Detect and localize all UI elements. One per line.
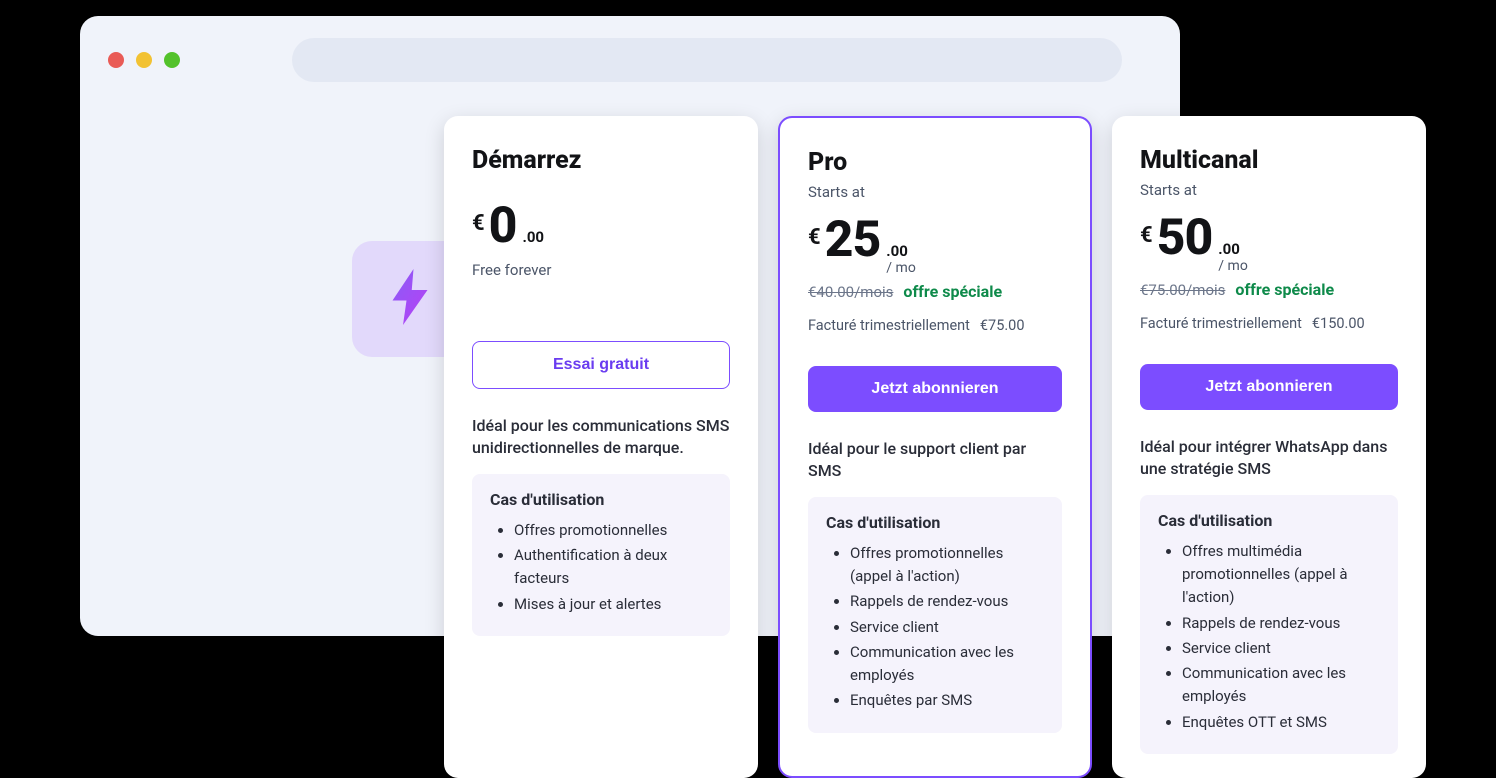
free-forever-note: Free forever: [472, 261, 730, 279]
price-amount: 50: [1157, 209, 1213, 267]
plan-name: Multicanal: [1140, 146, 1398, 175]
pricing-card: ProStarts at€25.00/ mo€40.00/moisoffre s…: [778, 116, 1092, 778]
currency-symbol: €: [808, 225, 821, 250]
old-price: €40.00/mois: [808, 283, 893, 301]
per-month-label: / mo: [1218, 258, 1248, 274]
usecase-list: Offres multimédia promotionnelles (appel…: [1158, 540, 1380, 734]
usecase-item: Rappels de rendez-vous: [1182, 612, 1380, 635]
plan-name: Pro: [808, 148, 1062, 177]
price: €0 .00: [472, 197, 730, 255]
discount-row: €40.00/mois offre spéciale: [808, 282, 1062, 301]
starts-at-label: Starts at: [808, 183, 1062, 201]
plan-name: Démarrez: [472, 146, 730, 175]
usecase-title: Cas d'utilisation: [1158, 511, 1380, 530]
price-suffix: .00/ mo: [886, 242, 916, 276]
usecase-item: Rappels de rendez-vous: [850, 590, 1044, 613]
price-cents: .00: [886, 242, 916, 260]
ideal-for-text: Idéal pour intégrer WhatsApp dans une st…: [1140, 436, 1398, 481]
usecase-list: Offres promotionnelles (appel à l'action…: [826, 542, 1044, 713]
usecase-item: Enquêtes OTT et SMS: [1182, 711, 1380, 734]
lightning-icon: [387, 269, 433, 329]
special-offer-badge: offre spéciale: [903, 282, 1002, 301]
per-month-label: / mo: [886, 260, 916, 276]
starts-at-label: Starts at: [1140, 181, 1398, 199]
billing-frequency: Facturé trimestriellement: [1140, 315, 1302, 332]
price-cents: .00: [522, 228, 544, 246]
billing-note: Facturé trimestriellement €75.00: [808, 317, 1062, 334]
price-suffix: .00/ mo: [1218, 240, 1248, 274]
price-amount: 0: [489, 197, 517, 255]
usecase-box: Cas d'utilisation Offres promotionnellesA…: [472, 474, 730, 636]
usecase-item: Offres multimédia promotionnelles (appel…: [1182, 540, 1380, 610]
window-maximize-icon[interactable]: [164, 52, 180, 68]
window-close-icon[interactable]: [108, 52, 124, 68]
subscribe-button[interactable]: Jetzt abonnieren: [808, 366, 1062, 412]
billing-amount: €75.00: [980, 317, 1025, 334]
subscribe-button[interactable]: Jetzt abonnieren: [1140, 364, 1398, 410]
price-amount: 25: [825, 211, 881, 269]
billing-amount: €150.00: [1312, 315, 1365, 332]
usecase-item: Enquêtes par SMS: [850, 689, 1044, 712]
price: €50.00/ mo: [1140, 209, 1398, 274]
usecase-item: Mises à jour et alertes: [514, 593, 712, 616]
price-cents: .00: [1218, 240, 1248, 258]
special-offer-badge: offre spéciale: [1235, 280, 1334, 299]
usecase-item: Service client: [1182, 637, 1380, 660]
usecase-item: Offres promotionnelles: [514, 519, 712, 542]
usecase-item: Communication avec les employés: [850, 641, 1044, 688]
ideal-for-text: Idéal pour les communications SMS unidir…: [472, 415, 730, 460]
usecase-box: Cas d'utilisation Offres multimédia promo…: [1140, 495, 1398, 754]
currency-symbol: €: [472, 211, 485, 236]
usecase-box: Cas d'utilisation Offres promotionnelles …: [808, 497, 1062, 733]
price: €25.00/ mo: [808, 211, 1062, 276]
usecase-list: Offres promotionnellesAuthentification à…: [490, 519, 712, 616]
usecase-item: Service client: [850, 616, 1044, 639]
currency-symbol: €: [1140, 223, 1153, 248]
pricing-card: MulticanalStarts at€50.00/ mo€75.00/mois…: [1112, 116, 1426, 778]
pricing-card: Démarrez €0 .00 Free forever Essai gratuit Id…: [444, 116, 758, 778]
price-suffix: .00: [522, 228, 544, 246]
usecase-title: Cas d'utilisation: [826, 513, 1044, 532]
address-bar[interactable]: [292, 38, 1122, 82]
usecase-title: Cas d'utilisation: [490, 490, 712, 509]
title-bar: [80, 16, 1180, 104]
old-price: €75.00/mois: [1140, 281, 1225, 299]
usecase-item: Offres promotionnelles (appel à l'action…: [850, 542, 1044, 589]
traffic-lights: [108, 52, 180, 68]
usecase-item: Communication avec les employés: [1182, 662, 1380, 709]
billing-frequency: Facturé trimestriellement: [808, 317, 970, 334]
billing-note: Facturé trimestriellement €150.00: [1140, 315, 1398, 332]
usecase-item: Authentification à deux facteurs: [514, 544, 712, 591]
discount-row: €75.00/mois offre spéciale: [1140, 280, 1398, 299]
pricing-cards: Démarrez €0 .00 Free forever Essai gratuit Id…: [444, 116, 1426, 778]
free-trial-button[interactable]: Essai gratuit: [472, 341, 730, 389]
ideal-for-text: Idéal pour le support client par SMS: [808, 438, 1062, 483]
window-minimize-icon[interactable]: [136, 52, 152, 68]
